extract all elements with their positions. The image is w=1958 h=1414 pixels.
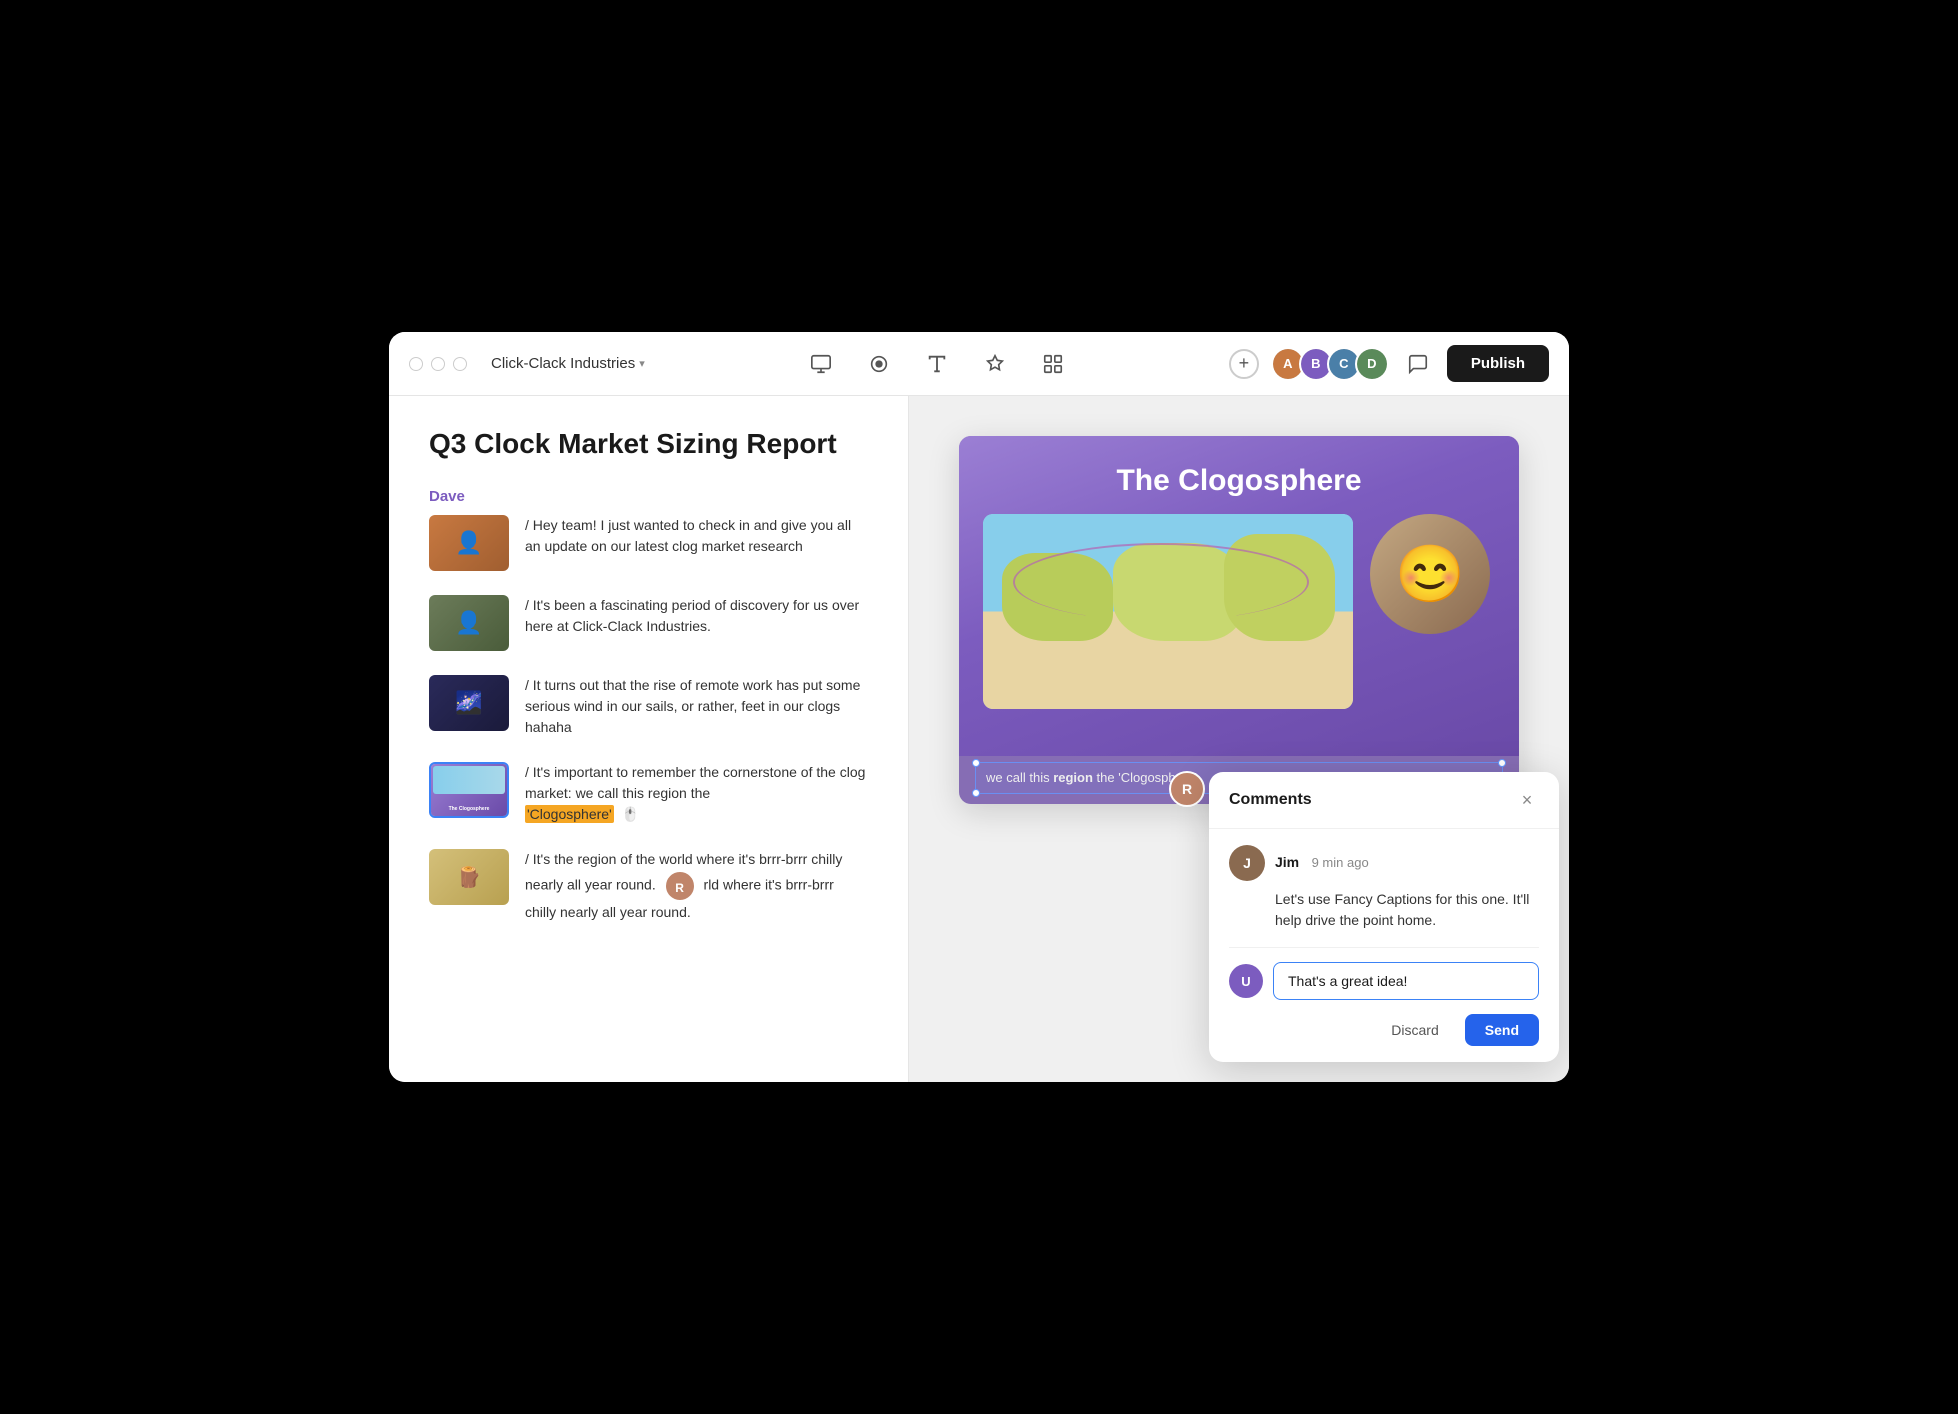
slide-map bbox=[983, 514, 1353, 709]
window-dot-2 bbox=[431, 357, 445, 371]
comment-body: Let's use Fancy Captions for this one. I… bbox=[1275, 889, 1539, 931]
reply-area: U bbox=[1209, 948, 1559, 1014]
doc-title: Q3 Clock Market Sizing Report bbox=[429, 428, 868, 460]
slide-text-3: / It turns out that the rise of remote w… bbox=[525, 675, 868, 738]
right-panel: The Clogosphere 😊 bbox=[909, 396, 1569, 1082]
slide-body: 😊 bbox=[983, 514, 1495, 709]
app-title-text: Click-Clack Industries bbox=[491, 355, 635, 372]
title-bar: Click-Clack Industries ▾ bbox=[389, 332, 1569, 396]
text-icon[interactable] bbox=[922, 349, 952, 379]
comment-author-info: Jim 9 min ago bbox=[1275, 854, 1369, 872]
slide-text-4: / It's important to remember the corners… bbox=[525, 762, 868, 825]
handle-tl[interactable] bbox=[972, 759, 980, 767]
record-icon[interactable] bbox=[864, 349, 894, 379]
close-button[interactable]: × bbox=[1515, 788, 1539, 812]
main-area: Q3 Clock Market Sizing Report Dave 👤 / H… bbox=[389, 396, 1569, 1082]
commenter-avatar: J bbox=[1229, 845, 1265, 881]
commenter-name: Jim bbox=[1275, 854, 1299, 870]
slide-text-1: / Hey team! I just wanted to check in an… bbox=[525, 515, 868, 557]
slide-thumb-3[interactable]: 🌌 bbox=[429, 675, 509, 731]
window-dot-3 bbox=[453, 357, 467, 371]
handle-bl[interactable] bbox=[972, 789, 980, 797]
grid-icon[interactable] bbox=[1038, 349, 1068, 379]
floating-user-bubble: R bbox=[1169, 771, 1205, 807]
toolbar-center bbox=[661, 349, 1213, 379]
slide-entry-3: 🌌 / It turns out that the rise of remote… bbox=[429, 675, 868, 738]
slide-entry-5: 🪵 / It's the region of the world where i… bbox=[429, 849, 868, 923]
present-icon[interactable] bbox=[806, 349, 836, 379]
avatar-4: D bbox=[1355, 347, 1389, 381]
person-photo: 😊 bbox=[1370, 514, 1490, 634]
comment-time: 9 min ago bbox=[1312, 855, 1369, 870]
comments-panel: Comments × J Jim 9 min ago Let's use Fan… bbox=[1209, 772, 1559, 1062]
publish-button[interactable]: Publish bbox=[1447, 345, 1549, 382]
toolbar-right: + A B C D Publish bbox=[1229, 345, 1549, 382]
reply-input[interactable] bbox=[1273, 962, 1539, 1000]
slide-person: 😊 bbox=[1365, 514, 1495, 634]
main-slide[interactable]: The Clogosphere 😊 bbox=[959, 436, 1519, 804]
map-visual bbox=[983, 514, 1353, 709]
add-button[interactable]: + bbox=[1229, 349, 1259, 379]
slide-thumb-4[interactable]: The Clogosphere bbox=[429, 762, 509, 818]
chevron-down-icon: ▾ bbox=[639, 357, 645, 370]
avatars-group: A B C D bbox=[1271, 347, 1389, 381]
caption-text: we call this region the 'Clogosphere' bbox=[986, 770, 1197, 785]
slide-entry-2: 👤 / It's been a fascinating period of di… bbox=[429, 595, 868, 651]
comments-footer: Discard Send bbox=[1209, 1014, 1559, 1062]
comments-header: Comments × bbox=[1209, 772, 1559, 829]
left-panel: Q3 Clock Market Sizing Report Dave 👤 / H… bbox=[389, 396, 909, 1082]
slide-thumb-1[interactable]: 👤 bbox=[429, 515, 509, 571]
send-button[interactable]: Send bbox=[1465, 1014, 1539, 1046]
map-arc bbox=[1013, 543, 1309, 621]
slide-thumb-5[interactable]: 🪵 bbox=[429, 849, 509, 905]
avatar-circle-4: D bbox=[1357, 349, 1387, 379]
floating-avatar: R bbox=[1169, 771, 1205, 807]
author-name: Dave bbox=[429, 488, 868, 505]
slide-thumb-2[interactable]: 👤 bbox=[429, 595, 509, 651]
app-window: Click-Clack Industries ▾ bbox=[389, 332, 1569, 1082]
window-dot-1 bbox=[409, 357, 423, 371]
slide-content: The Clogosphere 😊 bbox=[959, 436, 1519, 756]
shape-icon[interactable] bbox=[980, 349, 1010, 379]
comment-meta: J Jim 9 min ago bbox=[1229, 845, 1539, 881]
reply-avatar: U bbox=[1229, 964, 1263, 998]
slide-text-2: / It's been a fascinating period of disc… bbox=[525, 595, 868, 637]
comments-title: Comments bbox=[1229, 791, 1312, 809]
discard-button[interactable]: Discard bbox=[1375, 1014, 1454, 1046]
app-title[interactable]: Click-Clack Industries ▾ bbox=[491, 355, 645, 372]
slide-entry-1: 👤 / Hey team! I just wanted to check in … bbox=[429, 515, 868, 571]
slide-headline: The Clogosphere bbox=[983, 464, 1495, 498]
slide-text-5: / It's the region of the world where it'… bbox=[525, 849, 868, 923]
comments-icon-button[interactable] bbox=[1401, 347, 1435, 381]
comment-entry: J Jim 9 min ago Let's use Fancy Captions… bbox=[1209, 829, 1559, 947]
highlight-clogosphere: 'Clogosphere' bbox=[525, 805, 614, 823]
window-controls bbox=[409, 357, 467, 371]
handle-tr[interactable] bbox=[1498, 759, 1506, 767]
slide-entry-4: The Clogosphere / It's important to reme… bbox=[429, 762, 868, 825]
